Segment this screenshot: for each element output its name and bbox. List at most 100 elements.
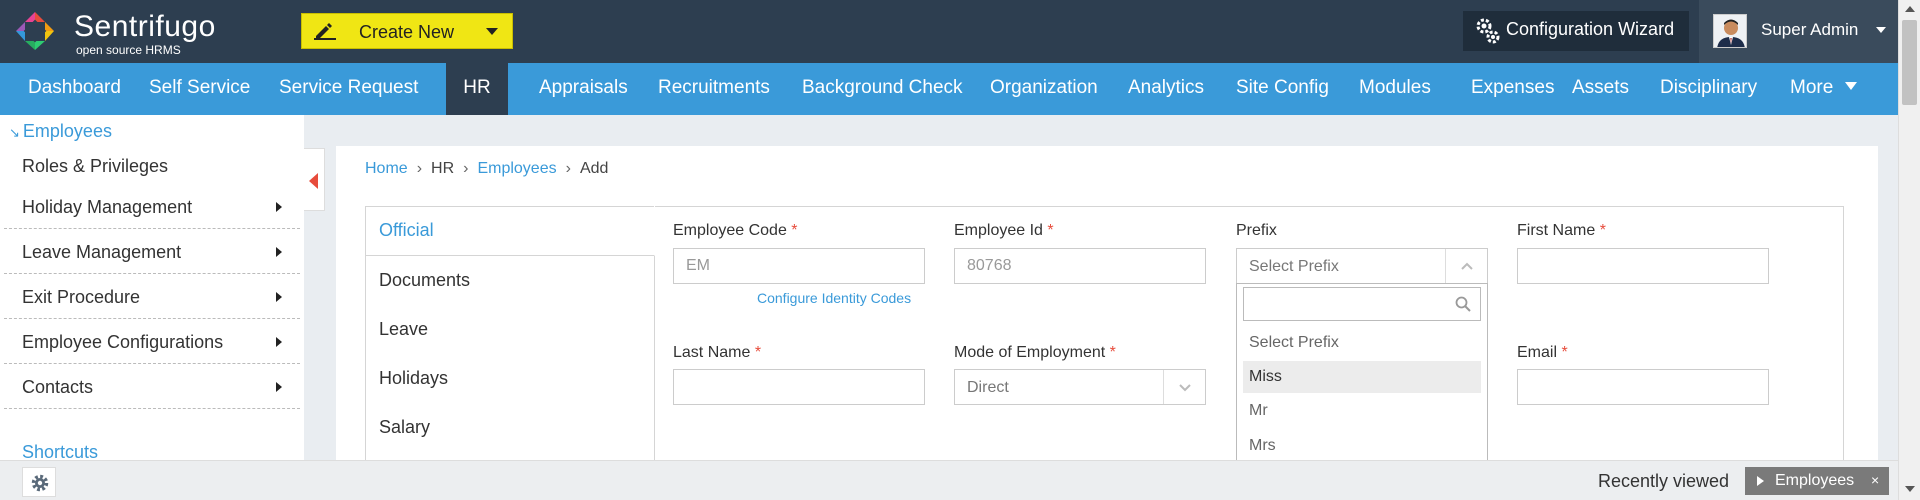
user-menu[interactable]: Super Admin [1699, 0, 1898, 63]
option-label: Mrs [1249, 437, 1276, 454]
sidebar-item-employee-configurations[interactable]: Employee Configurations [4, 319, 300, 364]
sidebar-item-roles-privileges[interactable]: Roles & Privileges [4, 143, 300, 188]
configure-identity-codes-link[interactable]: Configure Identity Codes [757, 290, 911, 306]
employee-id-field[interactable] [954, 248, 1206, 284]
tab-label: Official [379, 220, 434, 240]
nav-background-check[interactable]: Background Check [802, 63, 963, 115]
bottom-bar: Recently viewed Employees × [0, 460, 1898, 500]
prefix-option-mr[interactable]: Mr [1243, 395, 1481, 427]
option-label: Mr [1249, 402, 1268, 419]
breadcrumb: Home › HR › Employees › Add [365, 160, 608, 178]
tab-label: Salary [379, 417, 431, 437]
required-mark: * [1561, 344, 1568, 361]
prefix-search-input[interactable] [1243, 287, 1481, 321]
nav-assets[interactable]: Assets [1572, 63, 1629, 115]
nav-service-request[interactable]: Service Request [279, 63, 418, 115]
employee-code-field[interactable] [673, 248, 925, 284]
sidebar-item-label: Exit Procedure [22, 287, 141, 307]
scroll-up-icon[interactable] [1905, 6, 1915, 12]
sidebar-heading-employees[interactable]: ↘ Employees [9, 121, 112, 142]
user-name: Super Admin [1761, 20, 1859, 39]
prefix-select-value: Select Prefix [1249, 258, 1339, 275]
prefix-option-select[interactable]: Select Prefix [1243, 327, 1481, 359]
nav-appraisals[interactable]: Appraisals [539, 63, 628, 115]
required-mark: * [1109, 344, 1116, 361]
sidebar-item-contacts[interactable]: Contacts [4, 364, 300, 409]
mode-of-employment-value: Direct [967, 379, 1009, 396]
prefix-option-mrs[interactable]: Mrs [1243, 430, 1481, 462]
chevron-down-icon [1845, 82, 1858, 90]
breadcrumb-current: Add [579, 160, 609, 177]
nav-recruitments[interactable]: Recruitments [658, 63, 770, 115]
nav-analytics[interactable]: Analytics [1128, 63, 1204, 115]
required-mark: * [791, 222, 798, 239]
chevron-right-icon [276, 292, 282, 302]
settings-button[interactable] [22, 467, 56, 497]
employee-id-label: Employee Id * [954, 222, 1054, 240]
scroll-thumb[interactable] [1902, 20, 1917, 105]
nav-dashboard[interactable]: Dashboard [28, 63, 121, 115]
logo-tagline: open source HRMS [76, 43, 181, 57]
nav-hr[interactable]: HR [446, 63, 508, 115]
recently-viewed-label: Recently viewed [1598, 471, 1730, 491]
scroll-down-icon[interactable] [1905, 486, 1915, 492]
chevron-right-icon [276, 247, 282, 257]
prefix-select[interactable]: Select Prefix [1236, 248, 1488, 284]
nav-modules[interactable]: Modules [1359, 63, 1431, 115]
chevron-down-icon [1179, 384, 1191, 392]
first-name-label: First Name * [1517, 222, 1606, 240]
sidebar-item-leave-management[interactable]: Leave Management [4, 229, 300, 274]
logo-name: Sentrifugo [74, 10, 216, 43]
caret-left-icon [309, 173, 318, 189]
create-new-label: Create New [359, 22, 455, 42]
last-name-label-text: Last Name [673, 344, 751, 361]
tab-label: Leave [379, 319, 429, 339]
sidebar-heading-label: Employees [22, 121, 112, 141]
tab-label: Documents [379, 270, 471, 290]
close-icon[interactable]: × [1871, 472, 1879, 488]
option-label: Miss [1249, 368, 1282, 385]
nav-expenses[interactable]: Expenses [1471, 63, 1554, 115]
tab-documents[interactable]: Documents [365, 256, 655, 306]
nav-site-config[interactable]: Site Config [1236, 63, 1329, 115]
sidebar-collapse-toggle[interactable] [304, 148, 325, 211]
mode-of-employment-toggle[interactable] [1163, 370, 1205, 404]
prefix-select-toggle[interactable] [1445, 249, 1487, 283]
first-name-field[interactable] [1517, 248, 1769, 284]
breadcrumb-employees[interactable]: Employees [477, 160, 556, 177]
gear-icon [31, 474, 49, 492]
configuration-wizard-button[interactable]: Configuration Wizard [1463, 11, 1689, 51]
search-icon [1455, 296, 1471, 312]
employee-code-label: Employee Code * [673, 222, 798, 240]
chevron-up-icon [1461, 262, 1473, 270]
email-label-text: Email [1517, 344, 1558, 361]
prefix-option-miss[interactable]: Miss [1243, 361, 1481, 393]
app-logo[interactable]: Sentrifugo open source HRMS [14, 10, 244, 60]
nav-organization[interactable]: Organization [990, 63, 1098, 115]
recent-chip-label: Employees [1775, 472, 1855, 489]
sidebar-item-label: Contacts [22, 377, 94, 397]
mode-of-employment-select[interactable]: Direct [954, 369, 1206, 405]
breadcrumb-home[interactable]: Home [365, 160, 408, 177]
email-field[interactable] [1517, 369, 1769, 405]
sidebar-item-exit-procedure[interactable]: Exit Procedure [4, 274, 300, 319]
recent-chip-employees[interactable]: Employees × [1745, 467, 1889, 495]
chevron-right-icon [276, 202, 282, 212]
tab-holidays[interactable]: Holidays [365, 354, 655, 404]
nav-more-label: More [1790, 77, 1834, 98]
chevron-down-icon [486, 28, 498, 35]
nav-disciplinary[interactable]: Disciplinary [1660, 63, 1757, 115]
tab-official[interactable]: Official [365, 206, 655, 256]
prefix-dropdown: Select Prefix Miss Mr Mrs [1236, 283, 1488, 470]
tab-salary[interactable]: Salary [365, 403, 655, 453]
breadcrumb-separator: › [565, 160, 571, 177]
breadcrumb-hr: HR [431, 160, 455, 177]
create-new-button[interactable]: Create New [301, 13, 513, 49]
page-scrollbar[interactable] [1898, 0, 1920, 500]
nav-self-service[interactable]: Self Service [149, 63, 250, 115]
sidebar-item-holiday-management[interactable]: Holiday Management [4, 184, 300, 229]
nav-more[interactable]: More [1790, 63, 1858, 115]
last-name-field[interactable] [673, 369, 925, 405]
tab-leave[interactable]: Leave [365, 305, 655, 355]
sidebar: ↘ Employees Roles & Privileges Holiday Ma… [0, 115, 304, 462]
